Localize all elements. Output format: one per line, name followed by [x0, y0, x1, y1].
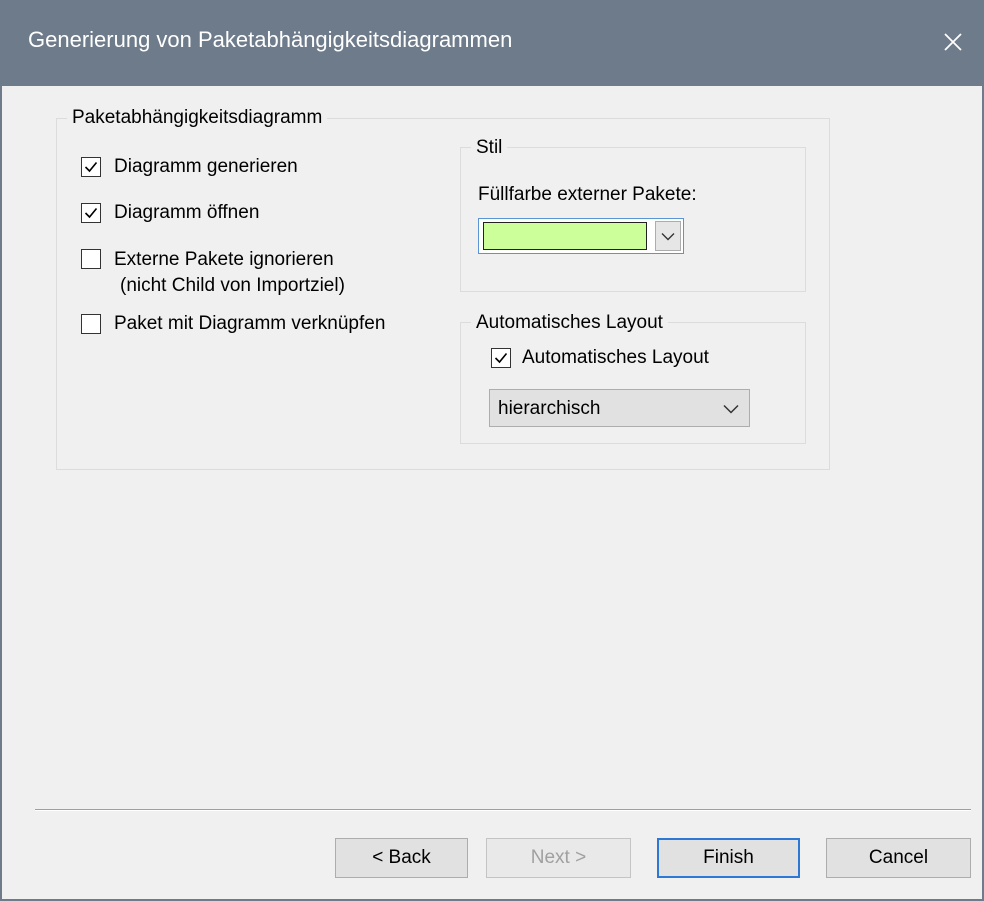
- checkmark-icon: [84, 161, 98, 173]
- ignore-external-packages-sublabel: (nicht Child von Importziel): [120, 275, 345, 296]
- fill-color-picker[interactable]: [478, 218, 684, 254]
- layout-type-select[interactable]: hierarchisch: [489, 389, 750, 427]
- window-title: Generierung von Paketabhängigkeitsdiagra…: [28, 27, 513, 52]
- checkmark-icon: [494, 352, 508, 364]
- link-package-label[interactable]: Paket mit Diagramm verknüpfen: [114, 313, 385, 335]
- auto-layout-group-legend: Automatisches Layout: [471, 312, 668, 334]
- package-diagram-group-legend: Paketabhängigkeitsdiagramm: [67, 107, 328, 129]
- ignore-external-packages-label[interactable]: Externe Pakete ignorieren: [114, 249, 334, 271]
- cancel-button[interactable]: Cancel: [826, 838, 971, 878]
- color-dropdown-button[interactable]: [655, 221, 681, 251]
- close-icon: [944, 33, 962, 51]
- dialog-window: Generierung von Paketabhängigkeitsdiagra…: [0, 0, 984, 901]
- checkmark-icon: [84, 207, 98, 219]
- ignore-external-packages-checkbox[interactable]: [81, 249, 101, 269]
- chevron-down-icon: [723, 404, 739, 414]
- open-diagram-label[interactable]: Diagramm öffnen: [114, 202, 259, 224]
- style-group-legend: Stil: [471, 137, 508, 159]
- generate-diagram-label[interactable]: Diagramm generieren: [114, 156, 298, 178]
- footer-separator: [35, 809, 971, 811]
- layout-type-value: hierarchisch: [498, 398, 601, 419]
- auto-layout-label[interactable]: Automatisches Layout: [522, 347, 709, 369]
- generate-diagram-checkbox[interactable]: [81, 157, 101, 177]
- link-package-checkbox[interactable]: [81, 314, 101, 334]
- back-button[interactable]: < Back: [335, 838, 468, 878]
- fill-color-label: Füllfarbe externer Pakete:: [478, 184, 697, 205]
- next-button[interactable]: Next >: [486, 838, 631, 878]
- finish-button[interactable]: Finish: [657, 838, 800, 878]
- chevron-down-icon: [661, 232, 675, 240]
- title-bar[interactable]: Generierung von Paketabhängigkeitsdiagra…: [2, 0, 982, 86]
- fill-color-swatch: [483, 222, 647, 250]
- auto-layout-checkbox[interactable]: [491, 348, 511, 368]
- open-diagram-checkbox[interactable]: [81, 203, 101, 223]
- close-button[interactable]: [930, 20, 976, 64]
